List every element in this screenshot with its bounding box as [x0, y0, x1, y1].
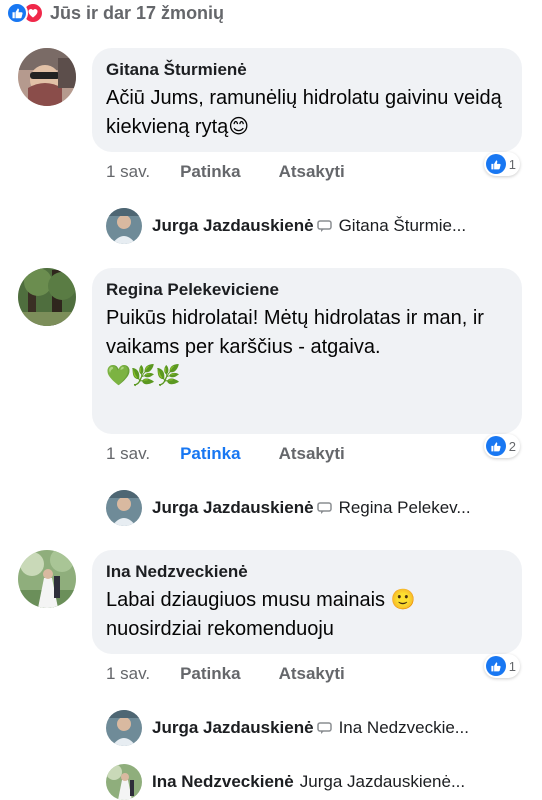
- comment-time[interactable]: 1 sav.: [106, 664, 150, 684]
- reply-author[interactable]: Jurga Jazdauskienė: [152, 498, 314, 518]
- reply-target: Ina Nedzveckie...: [338, 718, 469, 737]
- reply-target: Gitana Šturmie...: [338, 216, 467, 235]
- comments-page: Jūs ir dar 17 žmonių Gitana Šturmienė Ač…: [0, 0, 542, 800]
- reply-button[interactable]: Atsakyti: [279, 664, 345, 684]
- reply-row[interactable]: Jurga Jazdauskienė Regina Pelekev...: [0, 490, 542, 530]
- comment-author[interactable]: Regina Pelekeviciene: [106, 280, 508, 300]
- reply-preview[interactable]: Jurga Jazdauskienė Gitana Šturmie...: [152, 216, 522, 236]
- reactions-count-text[interactable]: Jūs ir dar 17 žmonių: [50, 3, 224, 24]
- reply-target: Regina Pelekev...: [338, 498, 471, 517]
- avatar[interactable]: [106, 208, 142, 244]
- reactions-summary[interactable]: Jūs ir dar 17 žmonių: [6, 0, 224, 26]
- reaction-count-badge[interactable]: 2: [483, 434, 520, 458]
- reaction-count-badge[interactable]: 1: [483, 654, 520, 678]
- avatar[interactable]: [18, 48, 76, 106]
- reply-author[interactable]: Jurga Jazdauskienė: [152, 718, 314, 738]
- comment-actions: 1 sav. Patinka Atsakyti: [106, 664, 345, 684]
- reply-button[interactable]: Atsakyti: [279, 162, 345, 182]
- comment-time[interactable]: 1 sav.: [106, 162, 150, 182]
- comment-author[interactable]: Gitana Šturmienė: [106, 60, 508, 80]
- comment-text: Ačiū Jums, ramunėlių hidrolatu gaivinu v…: [106, 87, 502, 138]
- reply-author[interactable]: Jurga Jazdauskienė: [152, 216, 314, 236]
- reaction-count: 2: [508, 438, 516, 454]
- reply-row[interactable]: Ina Nedzveckienė Jurga Jazdauskienė...: [0, 764, 542, 800]
- like-icon: [6, 2, 28, 24]
- reply-preview[interactable]: Jurga Jazdauskienė Regina Pelekev...: [152, 498, 522, 518]
- reply-button[interactable]: Atsakyti: [279, 444, 345, 464]
- reaction-count: 1: [508, 156, 516, 172]
- reply-preview[interactable]: Jurga Jazdauskienė Ina Nedzveckie...: [152, 718, 522, 738]
- avatar[interactable]: [18, 268, 76, 326]
- like-icon: [485, 436, 506, 456]
- reply-preview[interactable]: Ina Nedzveckienė Jurga Jazdauskienė...: [152, 772, 522, 792]
- like-icon: [485, 656, 506, 676]
- like-icon: [485, 154, 506, 174]
- comment-author[interactable]: Ina Nedzveckienė: [106, 562, 508, 582]
- reaction-count-badge[interactable]: 1: [483, 152, 520, 176]
- reply-arrow-icon: [316, 501, 335, 515]
- comment-bubble: Regina Pelekeviciene Puikūs hidrolatai! …: [92, 268, 522, 434]
- comment-text: Labai dziaugiuos musu mainais 🙂 nuosirdz…: [106, 589, 416, 640]
- comment-actions: 1 sav. Patinka Atsakyti: [106, 162, 345, 182]
- avatar[interactable]: [106, 764, 142, 800]
- reply-row[interactable]: Jurga Jazdauskienė Ina Nedzveckie...: [0, 710, 542, 750]
- avatar[interactable]: [106, 490, 142, 526]
- comment-time[interactable]: 1 sav.: [106, 444, 150, 464]
- comment-bubble: Gitana Šturmienė Ačiū Jums, ramunėlių hi…: [92, 48, 522, 152]
- reply-author[interactable]: Ina Nedzveckienė: [152, 772, 294, 792]
- reaction-count: 1: [508, 658, 516, 674]
- comment-text: Puikūs hidrolatai! Mėtų hidrolatas ir ma…: [106, 307, 484, 387]
- like-button[interactable]: Patinka: [180, 444, 240, 464]
- comment-bubble: Ina Nedzveckienė Labai dziaugiuos musu m…: [92, 550, 522, 654]
- avatar[interactable]: [106, 710, 142, 746]
- avatar[interactable]: [18, 550, 76, 608]
- like-button[interactable]: Patinka: [180, 664, 240, 684]
- reply-arrow-icon: [316, 219, 335, 233]
- reply-row[interactable]: Jurga Jazdauskienė Gitana Šturmie...: [0, 208, 542, 248]
- reply-target: Jurga Jazdauskienė...: [299, 772, 466, 791]
- reply-arrow-icon: [316, 721, 335, 735]
- comment-actions: 1 sav. Patinka Atsakyti: [106, 444, 345, 464]
- like-button[interactable]: Patinka: [180, 162, 240, 182]
